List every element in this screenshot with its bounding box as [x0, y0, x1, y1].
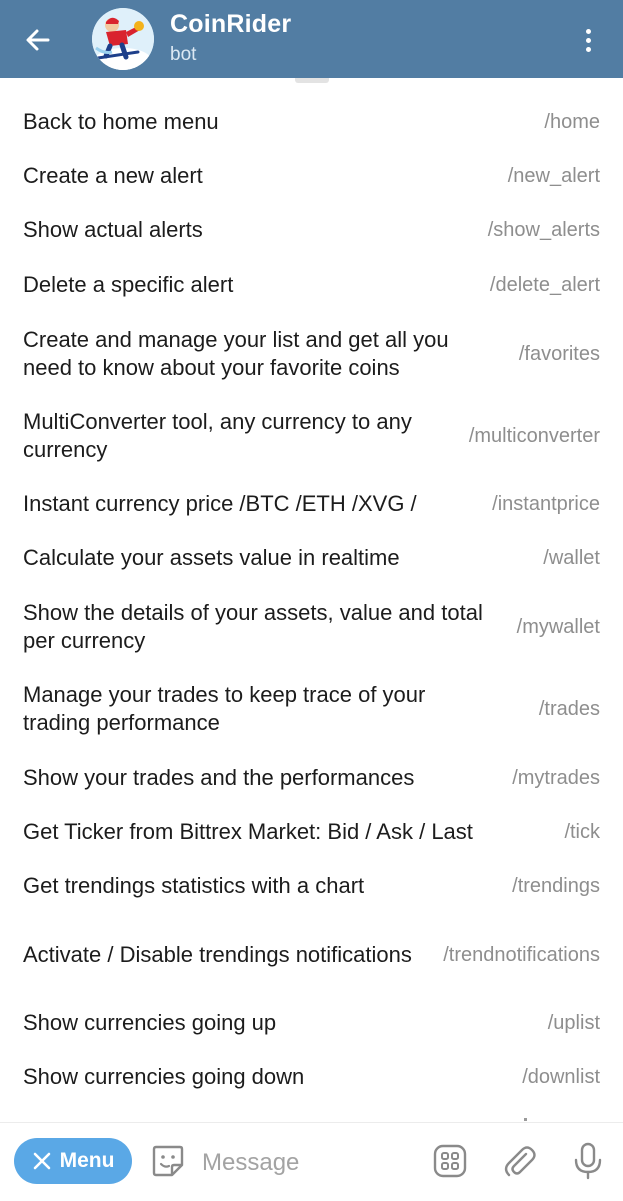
command-description: Get Ticker from Bittrex Market: Bid / As… [23, 819, 473, 844]
sticker-button[interactable] [150, 1143, 186, 1179]
command-item-wallet[interactable]: Calculate your assets value in realtime … [0, 530, 623, 586]
command-description: Show currencies going up [23, 1010, 277, 1035]
command-name: /multiconverter [468, 424, 600, 447]
command-item-show-alerts[interactable]: Show actual alerts /show_alerts [0, 202, 623, 258]
close-icon [33, 1152, 50, 1170]
command-name: /mywallet [516, 615, 600, 638]
command-description: Show currencies going down [23, 1064, 305, 1089]
bot-command-list: Back to home menu /home Create a new ale… [0, 94, 623, 1122]
more-options-button[interactable] [574, 20, 602, 60]
command-name: /downlist [522, 1065, 600, 1088]
command-item-mytrades[interactable]: Show your trades and the performances /m… [0, 750, 623, 806]
back-button[interactable] [18, 20, 58, 60]
menu-button-label: Menu [59, 1149, 115, 1172]
avatar-image [92, 8, 154, 70]
command-name: /trendings [512, 874, 600, 897]
command-description: Create a new alert [23, 163, 203, 188]
command-description: Get trendings statistics with a chart [23, 873, 365, 898]
command-name: /uplist [547, 1011, 600, 1034]
command-name: /trades [538, 697, 600, 720]
command-description: Show the details of your assets, value a… [23, 600, 483, 653]
command-description: Show actual alerts [23, 217, 203, 242]
command-item-new-alert[interactable]: Create a new alert /new_alert [0, 148, 623, 204]
chat-title[interactable]: CoinRider [170, 10, 291, 39]
chat-subtitle: bot [170, 44, 197, 65]
command-name: /new_alert [507, 164, 600, 187]
command-description: MultiConverter tool, any currency to any… [23, 409, 412, 462]
apps-button[interactable] [432, 1143, 468, 1179]
command-description: Instant currency price /BTC /ETH /XVG / [23, 491, 417, 516]
command-description: Manage your trades to keep trace of your… [23, 682, 426, 735]
voice-record-button[interactable] [570, 1141, 606, 1181]
command-name: /wallet [543, 546, 600, 569]
bot-avatar[interactable] [92, 8, 154, 70]
command-item-trendnotifications[interactable]: Activate / Disable trendings notificatio… [0, 923, 623, 987]
command-item-trades[interactable]: Manage your trades to keep trace of your… [0, 677, 623, 741]
command-item-home[interactable]: Back to home menu /home [0, 94, 623, 150]
command-name: /home [544, 110, 600, 133]
command-name: /trendnotifications [443, 943, 600, 966]
bot-menu-button[interactable]: Menu [14, 1138, 132, 1184]
message-input-bar: Menu [0, 1122, 623, 1201]
command-description: Calculate your assets value in realtime [23, 545, 400, 570]
command-item-trendings[interactable]: Get trendings statistics with a chart /t… [0, 858, 623, 914]
menu-drag-handle[interactable] [295, 78, 329, 83]
command-item-delete-alert[interactable]: Delete a specific alert /delete_alert [0, 257, 623, 313]
microphone-icon [574, 1142, 602, 1180]
command-item-downlist[interactable]: Show currencies going down /downlist [0, 1049, 623, 1105]
attach-button[interactable] [500, 1142, 538, 1180]
command-name: /show_alerts [487, 218, 600, 241]
command-item-instantprice[interactable]: Instant currency price /BTC /ETH /XVG / … [0, 476, 623, 532]
next-item-fragment [524, 1118, 527, 1121]
chat-header: CoinRider bot [0, 0, 623, 78]
command-item-favorites[interactable]: Create and manage your list and get all … [0, 322, 623, 386]
paperclip-icon [504, 1146, 536, 1177]
command-description: Show your trades and the performances [23, 765, 415, 790]
message-input[interactable] [200, 1145, 424, 1181]
command-name: /mytrades [512, 766, 600, 789]
command-name: /instantprice [492, 492, 600, 515]
command-description: Delete a specific alert [23, 272, 234, 297]
sticker-icon [152, 1145, 184, 1177]
arrow-left-icon [26, 29, 50, 51]
command-name: /favorites [518, 342, 600, 365]
more-vertical-icon [585, 28, 591, 34]
command-item-tick[interactable]: Get Ticker from Bittrex Market: Bid / As… [0, 804, 623, 860]
command-name: /delete_alert [489, 273, 600, 296]
command-item-multiconverter[interactable]: MultiConverter tool, any currency to any… [0, 404, 623, 468]
command-description: Activate / Disable trendings notificatio… [23, 942, 412, 967]
command-description: Create and manage your list and get all … [23, 327, 449, 380]
command-description: Back to home menu [23, 109, 219, 134]
command-item-uplist[interactable]: Show currencies going up /uplist [0, 995, 623, 1051]
command-item-mywallet[interactable]: Show the details of your assets, value a… [0, 595, 623, 659]
command-name: /tick [564, 820, 600, 843]
apps-grid-icon [433, 1144, 467, 1178]
